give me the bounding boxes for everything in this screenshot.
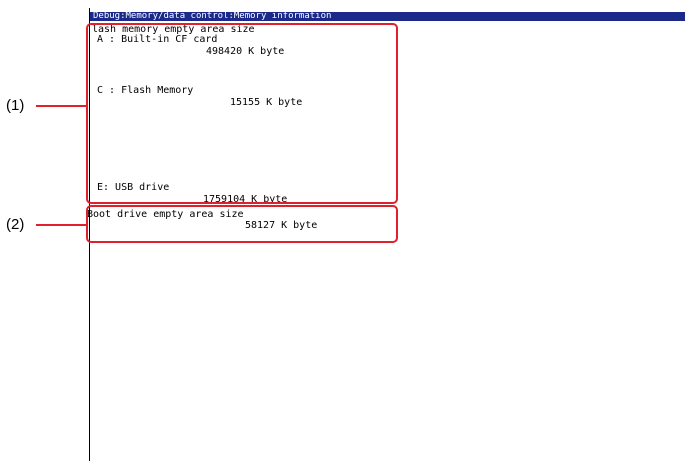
callout-leader-2 <box>36 224 87 226</box>
callout-label-2: (2) <box>6 216 25 233</box>
window-title: Debug:Memory/data control:Memory informa… <box>93 11 332 21</box>
window-title-bar: Debug:Memory/data control:Memory informa… <box>90 12 685 21</box>
callout-box-2 <box>86 205 398 243</box>
callout-label-1: (1) <box>6 97 25 114</box>
callout-box-1 <box>86 23 398 204</box>
callout-leader-1 <box>36 105 87 107</box>
